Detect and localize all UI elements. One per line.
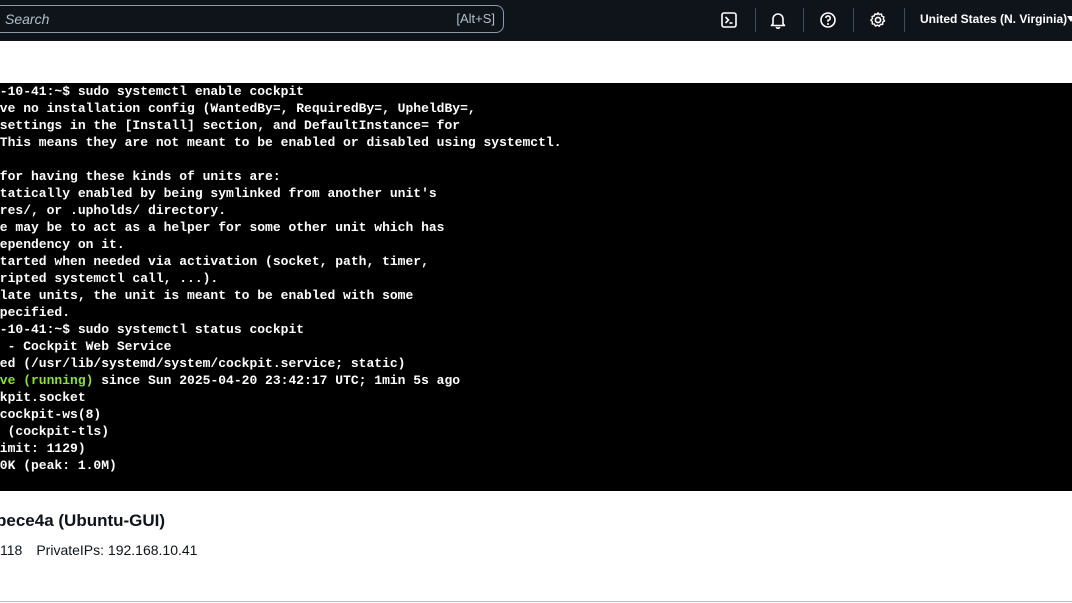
bell-icon[interactable] <box>766 8 790 32</box>
status-running-text: ive (running) <box>0 373 94 388</box>
instance-ip-info: 118 PrivateIPs: 192.168.10.41 <box>0 542 211 558</box>
gear-icon[interactable] <box>866 8 890 32</box>
terminal-line: started when needed via activation (sock… <box>0 254 429 269</box>
terminal-line: settings in the [Install] section, and D… <box>0 118 461 133</box>
divider <box>904 8 905 32</box>
chevron-down-icon[interactable] <box>1067 16 1072 22</box>
divider <box>803 8 804 32</box>
divider <box>0 601 1072 602</box>
instance-title: bece4a (Ubuntu-GUI) <box>0 511 166 530</box>
terminal-line: :cockpit-ws(8) <box>0 407 102 422</box>
terminal-output: 8-10-41:~$ sudo systemctl enable cockpit… <box>0 83 1072 491</box>
terminal-line: plate units, the unit is meant to be ena… <box>0 288 414 303</box>
terminal-line: .0K (peak: 1.0M) <box>0 458 117 473</box>
terminal-line: specified. <box>0 305 71 320</box>
search-input[interactable] <box>5 6 425 32</box>
search-box[interactable]: [Alt+S] <box>0 5 504 33</box>
terminal-line: 5 (cockpit-tls) <box>0 424 110 439</box>
terminal-line: dependency on it. <box>0 237 125 252</box>
terminal-line: ckpit.socket <box>0 390 86 405</box>
terminal-line: s <box>0 474 1072 491</box>
divider <box>853 8 854 32</box>
terminal-window[interactable]: 8-10-41:~$ sudo systemctl enable cockpit… <box>0 83 1072 491</box>
terminal-line: 8-10-41:~$ sudo systemctl status cockpit <box>0 322 305 337</box>
terminal-line: cripted systemctl call, ...). <box>0 271 219 286</box>
top-navigation-bar: [Alt+S] United States (N. Virginia) <box>0 0 1072 41</box>
private-ip-label: PrivateIPs: 192.168.10.41 <box>36 542 198 558</box>
terminal-line: 8-10-41:~$ sudo systemctl enable cockpit <box>0 84 305 99</box>
cloudshell-icon[interactable] <box>717 8 741 32</box>
help-icon[interactable] <box>816 8 840 32</box>
terminal-line: statically enabled by being symlinked fr… <box>0 186 437 201</box>
terminal-line: This means they are not meant to be enab… <box>0 135 562 150</box>
region-selector[interactable]: United States (N. Virginia) <box>920 12 1067 26</box>
status-since-text: since Sun 2025-04-20 23:42:17 UTC; 1min … <box>93 373 461 388</box>
terminal-line: limit: 1129) <box>0 441 86 456</box>
terminal-line: for having these kinds of units are: <box>0 169 281 184</box>
terminal-line: se may be to act as a helper for some ot… <box>0 220 445 235</box>
terminal-line: ave no installation config (WantedBy=, R… <box>0 101 476 116</box>
terminal-line: e - Cockpit Web Service <box>0 339 172 354</box>
terminal-line: ded (/usr/lib/systemd/system/cockpit.ser… <box>0 356 406 371</box>
public-ip-fragment: 118 <box>0 542 23 558</box>
search-shortcut-hint: [Alt+S] <box>456 11 495 26</box>
terminal-line: ive (running) since Sun 2025-04-20 23:42… <box>0 372 1072 389</box>
terminal-line: ires/, or .upholds/ directory. <box>0 203 227 218</box>
divider <box>755 8 756 32</box>
